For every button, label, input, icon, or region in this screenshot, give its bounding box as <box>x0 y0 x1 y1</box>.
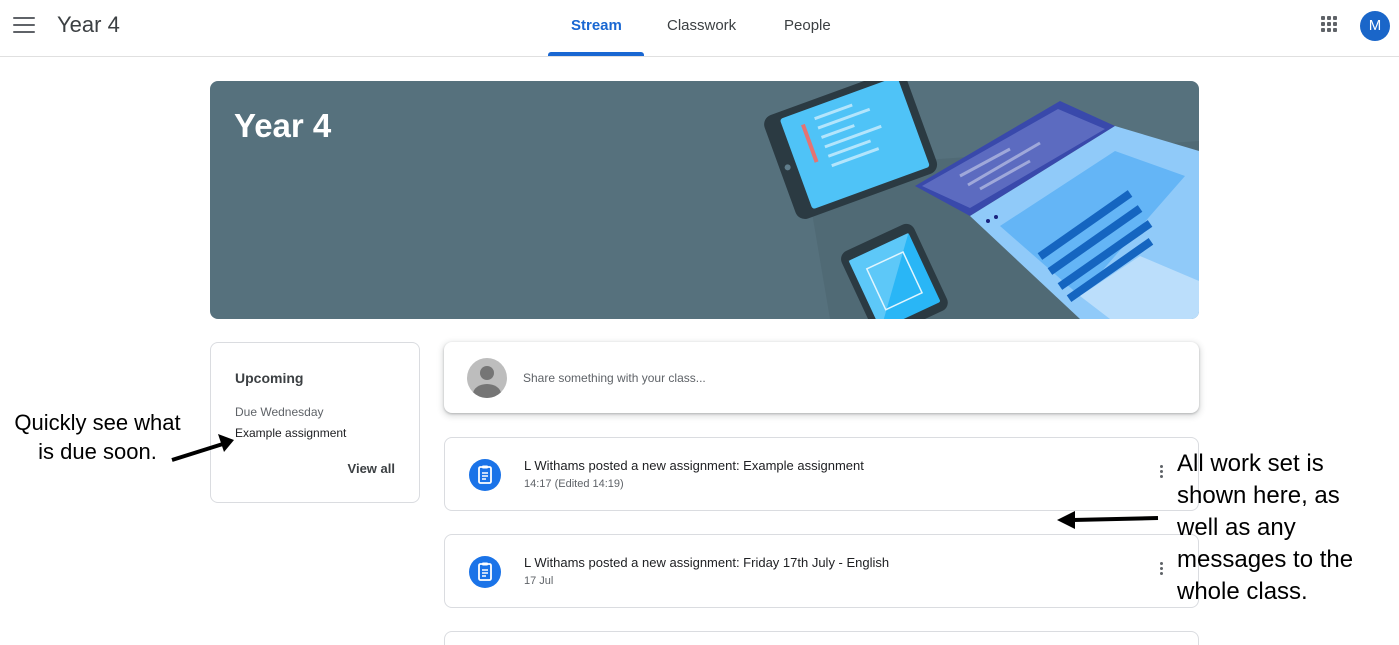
annotation-stream: All work set is shown here, as well as a… <box>1177 448 1397 608</box>
stream-post[interactable] <box>444 631 1199 645</box>
view-all-button[interactable]: View all <box>348 461 395 476</box>
class-name-title[interactable]: Year 4 <box>57 12 120 38</box>
banner-title: Year 4 <box>234 107 332 144</box>
annotation-line: well as any <box>1177 514 1296 541</box>
tab-classwork[interactable]: Classwork <box>667 17 736 34</box>
stream-post[interactable]: L Withams posted a new assignment: Frida… <box>444 534 1199 608</box>
more-options-icon[interactable] <box>1160 465 1164 483</box>
upcoming-assignment-link[interactable]: Example assignment <box>235 426 346 440</box>
more-options-icon[interactable] <box>1160 562 1164 580</box>
annotation-arrow-left-icon <box>171 434 234 462</box>
annotation-line: whole class. <box>1177 578 1308 605</box>
hamburger-menu-icon[interactable] <box>13 17 35 33</box>
annotation-line: shown here, as <box>1177 482 1340 509</box>
upcoming-card: Upcoming Due Wednesday Example assignmen… <box>210 342 420 503</box>
assignment-icon <box>469 459 501 491</box>
post-title: L Withams posted a new assignment: Frida… <box>524 555 890 570</box>
upcoming-title: Upcoming <box>235 370 304 386</box>
post-timestamp: 17 Jul <box>524 575 554 587</box>
share-input-placeholder[interactable]: Share something with your class... <box>523 371 706 385</box>
share-with-class-box[interactable]: Share something with your class... <box>444 342 1199 413</box>
post-title: L Withams posted a new assignment: Examp… <box>524 458 864 473</box>
post-timestamp: 14:17 (Edited 14:19) <box>524 478 624 490</box>
google-apps-grid-icon[interactable] <box>1321 16 1337 32</box>
annotation-line: messages to the <box>1177 546 1354 573</box>
annotation-arrow-right-icon <box>1057 511 1159 529</box>
active-tab-indicator <box>548 52 644 56</box>
assignment-icon <box>469 556 501 588</box>
devices-illustration <box>764 81 1199 319</box>
class-banner: Year 4 <box>210 81 1199 319</box>
annotation-line: All work set is <box>1177 450 1324 477</box>
user-avatar-icon <box>467 358 507 398</box>
upcoming-due-date: Due Wednesday <box>235 405 324 419</box>
tab-stream[interactable]: Stream <box>571 17 622 34</box>
top-app-bar: Year 4 Stream Classwork People M <box>0 0 1399 57</box>
tab-people[interactable]: People <box>784 17 831 34</box>
stream-post[interactable]: L Withams posted a new assignment: Examp… <box>444 437 1199 511</box>
account-avatar[interactable]: M <box>1360 11 1390 41</box>
